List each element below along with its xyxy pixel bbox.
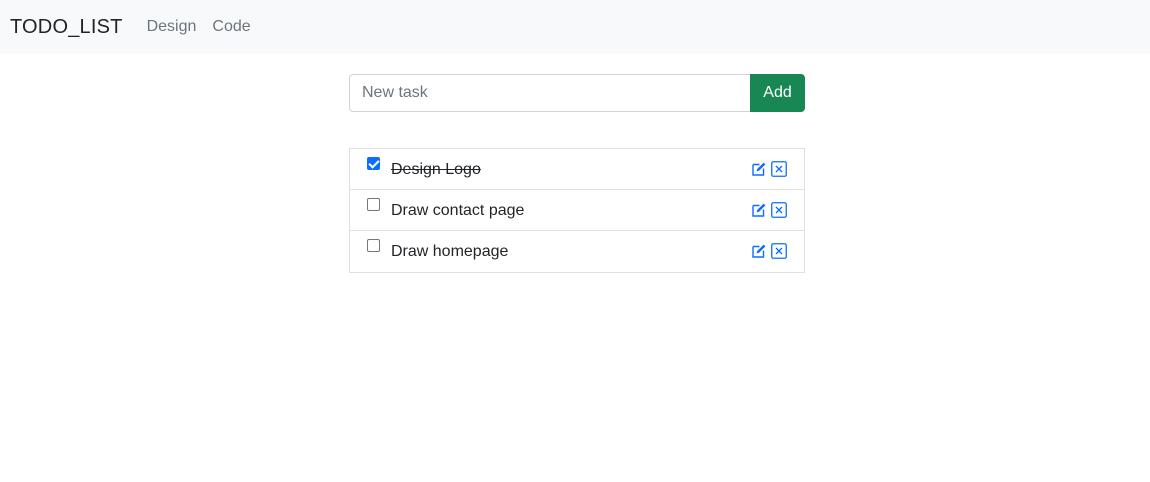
new-task-input[interactable] bbox=[349, 74, 750, 112]
task-text: Draw homepage bbox=[391, 243, 509, 260]
edit-icon[interactable] bbox=[751, 243, 767, 259]
task-text: Draw contact page bbox=[391, 202, 525, 219]
brand[interactable]: TODO_LIST bbox=[10, 16, 123, 39]
task-list: Design Logo Draw contact page Draw homep… bbox=[349, 148, 805, 273]
task-checkbox[interactable] bbox=[367, 198, 380, 211]
task-text: Design Logo bbox=[391, 161, 481, 178]
nav-link-code[interactable]: Code bbox=[212, 18, 250, 36]
task-checkbox[interactable] bbox=[367, 239, 380, 252]
edit-icon[interactable] bbox=[751, 161, 767, 177]
nav-link-design[interactable]: Design bbox=[147, 18, 197, 36]
task-row: Draw homepage bbox=[350, 231, 804, 272]
edit-icon[interactable] bbox=[751, 202, 767, 218]
add-task-form: Add bbox=[349, 74, 805, 112]
task-row: Draw contact page bbox=[350, 190, 804, 231]
close-icon[interactable] bbox=[771, 243, 787, 259]
task-row: Design Logo bbox=[350, 149, 804, 190]
close-icon[interactable] bbox=[771, 202, 787, 218]
navbar: TODO_LIST Design Code bbox=[0, 0, 1150, 54]
task-checkbox[interactable] bbox=[367, 157, 380, 170]
add-button[interactable]: Add bbox=[750, 74, 805, 112]
close-icon[interactable] bbox=[771, 161, 787, 177]
